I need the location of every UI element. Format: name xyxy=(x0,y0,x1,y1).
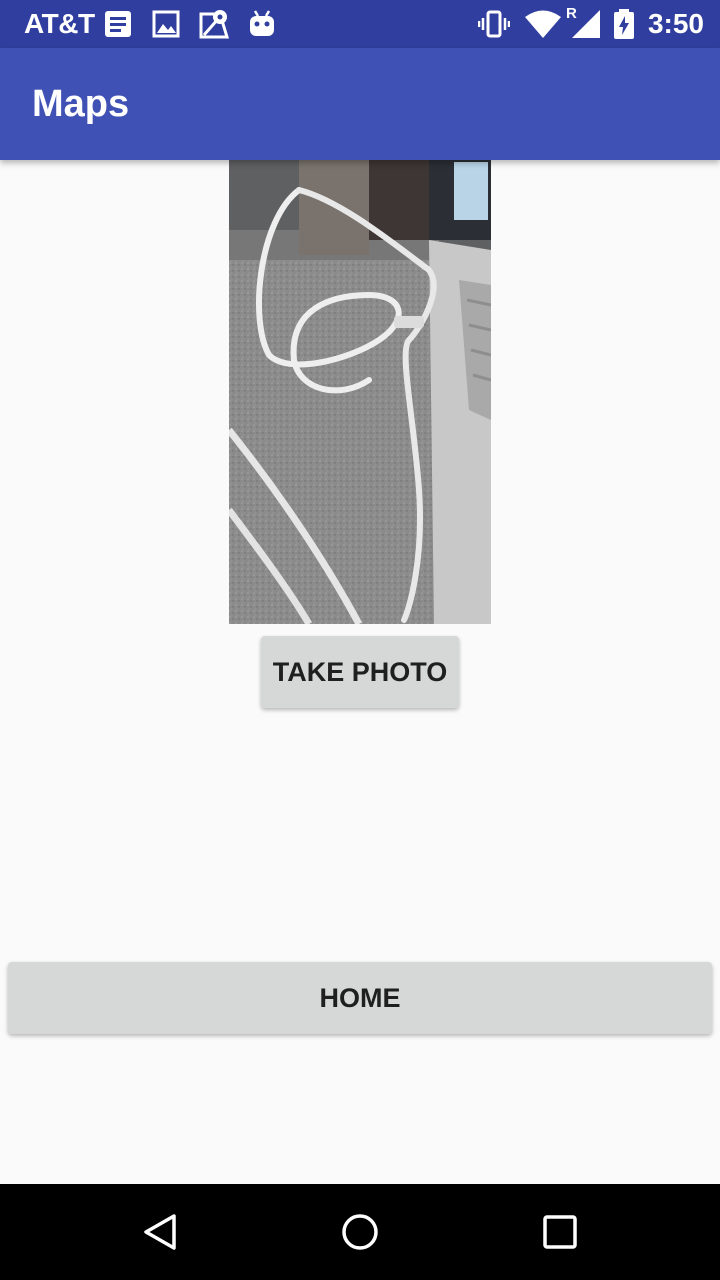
clock: 3:50 xyxy=(647,8,704,39)
notes-icon xyxy=(102,8,134,40)
battery-charging-icon xyxy=(612,8,636,40)
back-icon[interactable] xyxy=(136,1208,184,1256)
maps-icon xyxy=(198,8,230,40)
android-icon xyxy=(246,8,278,40)
captured-photo xyxy=(229,160,491,624)
app-title: Maps xyxy=(32,83,130,125)
image-icon xyxy=(150,8,182,40)
recents-icon[interactable] xyxy=(536,1208,584,1256)
navigation-bar xyxy=(0,1184,720,1280)
wifi-icon xyxy=(524,8,562,40)
signal-roaming-icon xyxy=(570,8,602,40)
take-photo-button[interactable]: TAKE PHOTO xyxy=(261,636,459,708)
home-icon[interactable] xyxy=(336,1208,384,1256)
vibrate-icon xyxy=(477,8,511,40)
home-button[interactable]: HOME xyxy=(8,962,712,1034)
carrier-label: AT&T xyxy=(24,8,95,39)
app-bar: Maps xyxy=(0,48,720,160)
status-bar: AT&T R 3:50 xyxy=(0,0,720,48)
